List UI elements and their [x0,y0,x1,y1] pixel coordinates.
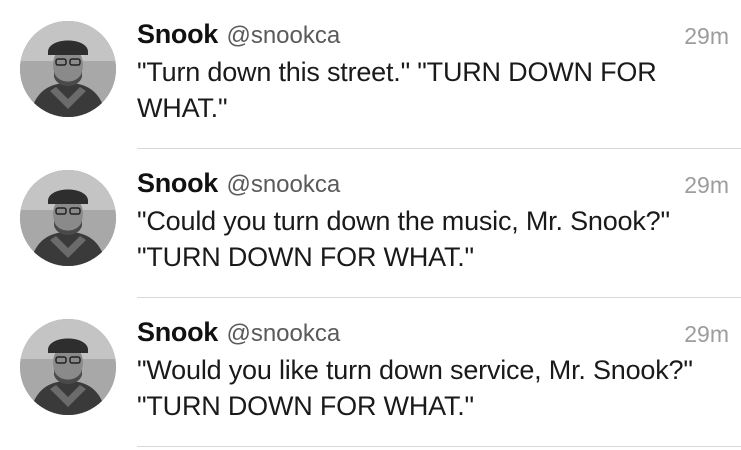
timestamp: 29m [684,23,729,49]
user-name[interactable]: Snook [137,317,218,347]
user-name[interactable]: Snook [137,168,218,198]
timestamp: 29m [684,172,729,198]
user-handle[interactable]: @snookca [226,320,340,347]
avatar[interactable] [20,319,116,415]
divider [137,446,741,447]
avatar-photo-icon [20,170,116,266]
avatar[interactable] [20,21,116,117]
avatar-photo-icon [20,21,116,117]
tweet-text: "Turn down this street." "TURN DOWN FOR … [137,57,657,123]
user-name[interactable]: Snook [137,19,218,49]
tweet-feed: Snook @snookca 29m "Turn down this stree… [0,0,741,450]
tweet-item[interactable]: Snook @snookca 29m "Would you like turn … [0,298,741,448]
tweet-text: "Could you turn down the music, Mr. Snoo… [137,206,670,272]
avatar[interactable] [20,170,116,266]
user-handle[interactable]: @snookca [226,22,340,49]
tweet-item[interactable]: Snook @snookca 29m "Could you turn down … [0,149,741,299]
tweet-header: Snook @snookca 29m [137,19,729,53]
tweet-header: Snook @snookca 29m [137,168,729,202]
tweet-item[interactable]: Snook @snookca 29m "Turn down this stree… [0,0,741,150]
timestamp: 29m [684,321,729,347]
avatar-photo-icon [20,319,116,415]
tweet-header: Snook @snookca 29m [137,317,729,351]
tweet-text: "Would you like turn down service, Mr. S… [137,355,693,421]
user-handle[interactable]: @snookca [226,171,340,198]
